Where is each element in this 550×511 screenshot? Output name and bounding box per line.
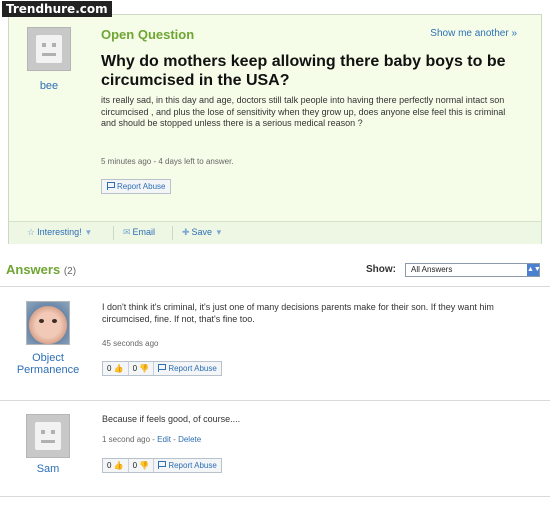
thumbs-up-icon: 👍 — [113, 364, 124, 373]
answer-vote-bar: 0 👍 0 👎 Report Abuse — [102, 361, 222, 376]
thumbs-down-count: 0 — [132, 364, 138, 373]
thumbs-up-button[interactable]: 0 👍 — [103, 362, 129, 375]
default-avatar-face-icon — [35, 422, 61, 450]
asker-name[interactable]: bee — [19, 80, 79, 92]
thumbs-up-count: 0 — [107, 364, 112, 373]
avatar-eye — [39, 319, 44, 323]
answer-avatar[interactable] — [26, 301, 70, 345]
save-label: Save — [191, 227, 213, 237]
report-abuse-label: Report Abuse — [168, 461, 217, 470]
divider — [172, 226, 173, 240]
answer-time: 1 second ago — [102, 435, 151, 444]
delete-link[interactable]: Delete — [178, 435, 201, 444]
divider — [0, 496, 550, 497]
flag-icon — [158, 364, 167, 372]
thumbs-down-count: 0 — [132, 461, 138, 470]
thumbs-down-icon: 👎 — [139, 364, 150, 373]
answerer-name[interactable]: Sam — [18, 463, 78, 475]
interesting-label: Interesting! — [37, 227, 82, 237]
report-abuse-button[interactable]: Report Abuse — [101, 179, 172, 194]
question-meta: 5 minutes ago - 4 days left to answer. — [101, 157, 234, 166]
save-button[interactable]: ✚ Save ▾ — [182, 227, 223, 238]
chevron-down-icon: ▲▼ — [527, 264, 541, 276]
thumbs-up-count: 0 — [107, 461, 112, 470]
watermark: Trendhure.com — [2, 1, 112, 17]
answerer-name[interactable]: Object Permanence — [10, 352, 86, 376]
email-icon: ✉ — [123, 227, 131, 237]
interesting-button[interactable]: ☆ Interesting! ▾ — [27, 227, 93, 238]
email-label: Email — [132, 227, 156, 237]
flag-icon — [158, 461, 167, 469]
answers-count: (2) — [63, 266, 77, 277]
answer-text: I don't think it's criminal, it's just o… — [102, 302, 494, 324]
show-another-link[interactable]: Show me another » — [430, 28, 517, 39]
question-action-bar: ☆ Interesting! ▾ ✉ Email ✚ Save ▾ — [9, 221, 541, 244]
question-body: its really sad, in this day and age, doc… — [101, 95, 506, 128]
divider — [0, 286, 550, 287]
avatar-eye — [52, 319, 57, 323]
asker-avatar[interactable] — [27, 27, 71, 71]
thumbs-down-icon: 👎 — [139, 461, 150, 470]
report-abuse-button[interactable]: Report Abuse — [154, 362, 220, 375]
thumbs-down-button[interactable]: 0 👎 — [129, 362, 155, 375]
divider — [113, 226, 114, 240]
report-abuse-button[interactable]: Report Abuse — [154, 459, 220, 472]
answers-filter-value: All Answers — [411, 265, 453, 274]
avatar-mouth — [41, 439, 55, 443]
question-panel: bee Open Question Show me another » Why … — [8, 14, 542, 244]
answers-heading: Answers (2) — [6, 262, 76, 277]
edit-link[interactable]: Edit — [157, 435, 171, 444]
answers-filter-select[interactable]: All Answers ▲▼ — [405, 263, 541, 277]
answers-title: Answers — [6, 262, 61, 277]
thumbs-up-icon: 👍 — [113, 461, 124, 470]
answer-vote-bar: 0 👍 0 👎 Report Abuse — [102, 458, 222, 473]
answer-avatar[interactable] — [26, 414, 70, 458]
question-content: bee Open Question Show me another » Why … — [9, 15, 541, 221]
avatar-mouth — [42, 52, 56, 56]
answer-time: 45 seconds ago — [102, 339, 159, 348]
show-filter-label: Show: — [366, 264, 396, 275]
divider — [0, 400, 550, 401]
flag-icon — [107, 182, 115, 190]
question-status: Open Question — [101, 27, 195, 42]
plus-icon: ✚ — [182, 227, 190, 237]
report-abuse-label: Report Abuse — [117, 182, 166, 191]
report-abuse-label: Report Abuse — [168, 364, 217, 373]
question-title: Why do mothers keep allowing there baby … — [101, 53, 506, 89]
chevron-down-icon: ▾ — [216, 227, 222, 237]
thumbs-up-button[interactable]: 0 👍 — [103, 459, 129, 472]
thumbs-down-button[interactable]: 0 👎 — [129, 459, 155, 472]
email-button[interactable]: ✉ Email — [123, 227, 155, 238]
answer-text: Because if feels good, of course.... — [102, 414, 241, 424]
answer-meta: 1 second ago - Edit - Delete — [102, 435, 202, 444]
default-avatar-face-icon — [36, 35, 62, 63]
star-icon: ☆ — [27, 227, 36, 237]
chevron-down-icon: ▾ — [86, 227, 91, 237]
